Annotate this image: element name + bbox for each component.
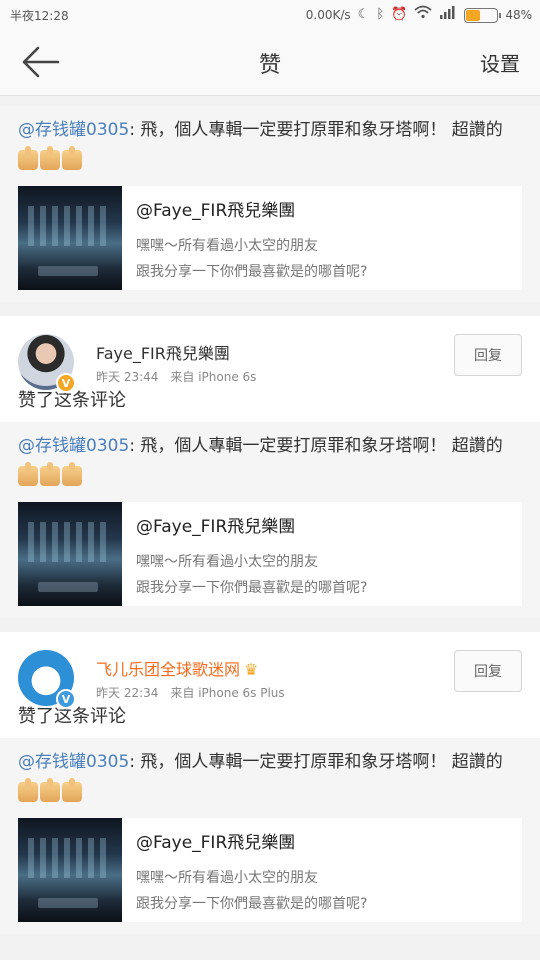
quoted-comment-text: @存钱罐0305: 飛，個人專輯一定要打原罪和象牙塔啊！ 超讚的: [18, 114, 522, 178]
verified-badge-icon: V: [56, 689, 76, 709]
original-post-card[interactable]: @Faye_FIR飛兒樂團 嘿嘿～所有看過小太空的朋友 跟我分享一下你們最喜歡是…: [18, 818, 522, 922]
mention-link[interactable]: @存钱罐0305: [18, 120, 129, 140]
original-post-card[interactable]: @Faye_FIR飛兒樂團 嘿嘿～所有看過小太空的朋友 跟我分享一下你們最喜歡是…: [18, 502, 522, 606]
thumbs-up-emoji: [18, 462, 38, 486]
mention-link[interactable]: @存钱罐0305: [18, 752, 129, 772]
card-text-line: 嘿嘿～所有看過小太空的朋友: [136, 554, 318, 570]
thumbs-up-emoji: [40, 146, 60, 170]
quoted-comment-text: @存钱罐0305: 飛，個人專輯一定要打原罪和象牙塔啊！ 超讚的: [18, 746, 522, 810]
likes-feed: @存钱罐0305: 飛，個人專輯一定要打原罪和象牙塔啊！ 超讚的 @Faye_F…: [0, 106, 540, 934]
reply-button[interactable]: 回复: [454, 650, 522, 692]
card-author: @Faye_FIR飛兒樂團: [136, 833, 296, 853]
card-text-line: 跟我分享一下你們最喜歡是的哪首呢?: [136, 580, 368, 596]
thumbs-up-emoji: [62, 462, 82, 486]
battery-percent: 48%: [505, 8, 532, 22]
thumbs-up-emoji: [18, 146, 38, 170]
nav-bar: 赞 设置: [0, 30, 540, 96]
avatar[interactable]: V: [18, 650, 76, 709]
card-text-line: 跟我分享一下你們最喜歡是的哪首呢?: [136, 896, 368, 912]
card-text-line: 嘿嘿～所有看過小太空的朋友: [136, 238, 318, 254]
reply-button[interactable]: 回复: [454, 334, 522, 376]
card-author: @Faye_FIR飛兒樂團: [136, 517, 296, 537]
thumbs-up-emoji: [62, 146, 82, 170]
battery-icon: [464, 7, 502, 23]
post-thumbnail: [18, 186, 122, 290]
verified-badge-icon: V: [56, 373, 76, 393]
alarm-icon: ⏰: [391, 7, 408, 22]
quoted-comment[interactable]: @存钱罐0305: 飛，個人專輯一定要打原罪和象牙塔啊！ 超讚的 @Faye_F…: [0, 106, 540, 302]
thumbs-up-emoji: [62, 778, 82, 802]
like-item-header: V Faye_FIR飛兒樂團 昨天 23:44 来自 iPhone 6s 回复: [0, 316, 540, 393]
card-author: @Faye_FIR飛兒樂團: [136, 201, 296, 221]
avatar[interactable]: V: [18, 334, 76, 393]
user-name[interactable]: Faye_FIR飛兒樂團: [96, 340, 230, 364]
vip-crown-icon: ♛: [244, 660, 259, 679]
signal-icon: [439, 5, 457, 25]
quoted-comment-text: @存钱罐0305: 飛，個人專輯一定要打原罪和象牙塔啊！ 超讚的: [18, 430, 522, 494]
post-meta: 昨天 22:34 来自 iPhone 6s Plus: [96, 686, 285, 700]
thumbs-up-emoji: [40, 778, 60, 802]
thumbs-up-emoji: [18, 778, 38, 802]
post-meta: 昨天 23:44 来自 iPhone 6s: [96, 370, 257, 384]
quoted-comment[interactable]: @存钱罐0305: 飛，個人專輯一定要打原罪和象牙塔啊！ 超讚的 @Faye_F…: [0, 738, 540, 934]
mention-link[interactable]: @存钱罐0305: [18, 436, 129, 456]
like-action-text: 赞了这条评论: [0, 386, 540, 422]
status-icons: 0.00K/s ☾ ᛒ ⏰ 48%: [306, 5, 532, 25]
post-thumbnail: [18, 818, 122, 922]
thumbs-up-emoji: [40, 462, 60, 486]
post-thumbnail: [18, 502, 122, 606]
card-text-line: 嘿嘿～所有看過小太空的朋友: [136, 870, 318, 886]
settings-button[interactable]: 设置: [480, 48, 520, 77]
wifi-icon: [414, 5, 432, 25]
like-item-header: V 飞儿乐团全球歌迷网 ♛ 昨天 22:34 来自 iPhone 6s Plus …: [0, 632, 540, 709]
original-post-card[interactable]: @Faye_FIR飛兒樂團 嘿嘿～所有看過小太空的朋友 跟我分享一下你們最喜歡是…: [18, 186, 522, 290]
moon-icon: ☾: [357, 7, 370, 22]
status-time: 半夜12:28: [10, 9, 69, 23]
like-action-text: 赞了这条评论: [0, 702, 540, 738]
network-speed: 0.00K/s: [305, 8, 351, 22]
status-bar: 半夜12:28 0.00K/s ☾ ᛒ ⏰ 48%: [0, 0, 540, 30]
card-text-line: 跟我分享一下你們最喜歡是的哪首呢?: [136, 264, 368, 280]
bluetooth-icon: ᛒ: [376, 7, 385, 22]
user-name[interactable]: 飞儿乐团全球歌迷网 ♛: [96, 656, 258, 680]
page-title: 赞: [258, 53, 281, 78]
quoted-comment[interactable]: @存钱罐0305: 飛，個人專輯一定要打原罪和象牙塔啊！ 超讚的 @Faye_F…: [0, 422, 540, 618]
